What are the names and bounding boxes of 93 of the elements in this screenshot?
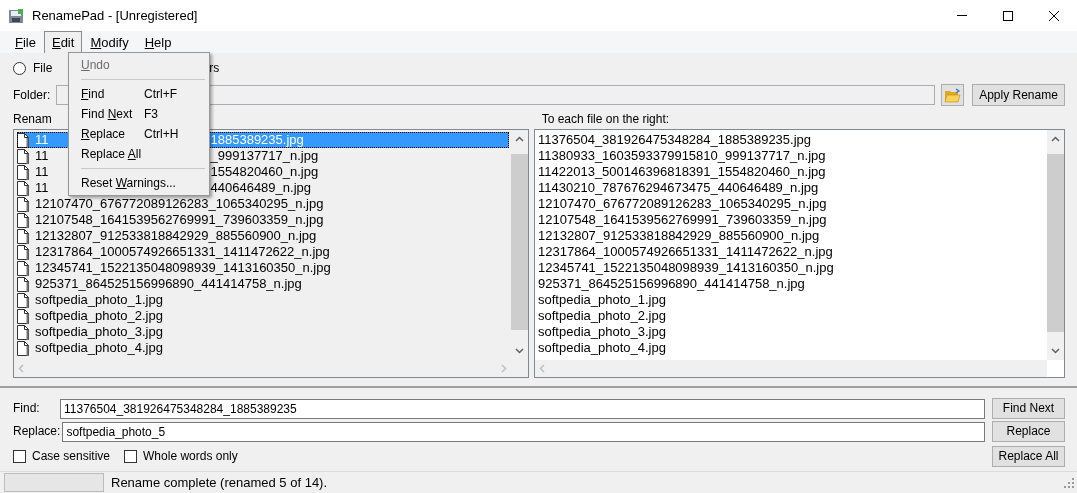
file-name: softpedia_photo_4.jpg — [35, 340, 163, 356]
file-name: softpedia_photo_3.jpg — [538, 324, 667, 340]
file-icon — [17, 164, 29, 180]
file-name: _999137717_n.jpg — [210, 148, 319, 164]
find-field[interactable]: 11376504_381926475348284_1885389235 — [60, 398, 985, 419]
file-name: 12132807_912533818842929_885560900_n.jpg — [538, 228, 821, 244]
file-icon — [17, 292, 29, 308]
radio-label: rs — [209, 60, 220, 76]
list-label: Renam — [13, 111, 52, 126]
maximize-icon — [1003, 10, 1013, 21]
menu-item[interactable]: Help — [136, 31, 180, 53]
file-name: 11380933_1603593379915810_999137717_n.jpg — [538, 148, 827, 164]
chevron-left-icon — [539, 364, 545, 373]
file-name: 11422013_500146396818391_1554820460_n.jpg — [538, 164, 827, 180]
window-title: RenamePad - [Unregistered] — [32, 7, 199, 24]
file-icon — [17, 212, 29, 228]
file-icon — [17, 148, 29, 164]
file-name: 12107548_1641539562769991_739603359_n.jpg — [538, 212, 828, 228]
minimize-icon — [957, 15, 967, 16]
file-icon — [17, 196, 29, 212]
chevron-up-icon — [515, 136, 524, 142]
file-icon — [17, 276, 29, 292]
file-icon — [17, 180, 29, 196]
new-name-list[interactable] — [534, 129, 1065, 378]
file-name: 11 — [35, 132, 49, 148]
menu-item[interactable]: Edit — [43, 31, 83, 53]
file-name: softpedia_photo_2.jpg — [538, 308, 667, 324]
file-name: softpedia_photo_1.jpg — [538, 292, 667, 308]
menu-item[interactable]: Modify — [82, 31, 137, 53]
file-icon — [17, 260, 29, 276]
file-icon — [17, 308, 29, 324]
file-icon — [17, 340, 29, 356]
radio-button[interactable] — [13, 61, 26, 75]
original-file-list[interactable] — [13, 129, 529, 378]
replace-field[interactable]: softpedia_photo_5 — [62, 421, 985, 442]
scrollbar-thumb[interactable] — [511, 154, 528, 330]
browse-button[interactable] — [941, 84, 964, 106]
file-name: 12107470_676772089126283_1065340295_n.jpg — [35, 196, 324, 212]
chevron-left-icon — [18, 364, 24, 373]
file-name: 12317864_1000574926651331_1411472622_n.jpg — [35, 244, 330, 260]
file-name: softpedia_photo_2.jpg — [35, 308, 163, 324]
file-name: 11 — [35, 148, 49, 164]
file-name: 12345741_1522135048098939_1413160350_n.jpg — [538, 260, 835, 276]
file-name: 11430210_787676294673475_440646489_n.jpg — [538, 180, 820, 196]
checkbox-label: Whole words only — [143, 448, 238, 464]
menu-item[interactable]: File — [7, 31, 44, 53]
close-icon — [1049, 10, 1059, 21]
file-name: 12107470_676772089126283_1065340295_n.jpg — [538, 196, 828, 212]
file-icon — [17, 132, 29, 148]
field-label: Find: — [13, 401, 41, 416]
file-name: 12317864_1000574926651331_1411472622_n.jpg — [538, 244, 834, 260]
file-name: 1554820460_n.jpg — [210, 164, 319, 180]
folder-icon — [944, 87, 961, 103]
resize-grip-icon — [1064, 477, 1074, 488]
file-icon — [17, 324, 29, 340]
folder-label: Folder: — [13, 87, 51, 103]
chevron-down-icon — [1051, 348, 1060, 354]
chevron-down-icon — [515, 348, 524, 354]
file-name: 12345741_1522135048098939_1413160350_n.jpg — [35, 260, 331, 276]
scrollbar[interactable] — [535, 360, 1047, 377]
file-name: 925371_864525156996890_441414758_n.jpg — [538, 276, 806, 292]
list-label: To each file on the right: — [541, 111, 670, 126]
menu-item[interactable]: Reset Warnings... — [71, 173, 207, 193]
file-name: 11376504_381926475348284_1885389235.jpg — [538, 132, 813, 148]
file-icon — [17, 244, 29, 260]
file-name: softpedia_photo_4.jpg — [538, 340, 667, 356]
action-button[interactable]: Replace All — [992, 445, 1065, 467]
file-icon — [17, 228, 29, 244]
file-name: 12107548_1641539562769991_739603359_n.jpg — [35, 212, 324, 228]
checkbox-label: Case sensitive — [32, 448, 111, 464]
file-name: 440646489_n.jpg — [210, 180, 311, 196]
chevron-right-icon — [501, 364, 507, 373]
chevron-up-icon — [1051, 136, 1060, 142]
file-name: softpedia_photo_3.jpg — [35, 324, 163, 340]
file-name: softpedia_photo_1.jpg — [35, 292, 163, 308]
menu-item[interactable]: Find Ctrl+F — [71, 84, 207, 104]
app-icon — [8, 7, 24, 24]
status-text: Rename complete (renamed 5 of 14). — [111, 474, 328, 491]
field-label: Replace: — [13, 424, 61, 439]
file-name: 11 — [35, 180, 49, 196]
scrollbar[interactable] — [1047, 130, 1064, 360]
radio-label: File — [33, 60, 53, 76]
menu-item[interactable]: Find Next F3 — [71, 104, 207, 124]
file-name: 12132807_912533818842929_885560900_n.jpg — [35, 228, 317, 244]
apply-rename-button[interactable]: Apply Rename — [972, 84, 1065, 106]
file-name: 925371_864525156996890_441414758_n.jpg — [35, 276, 302, 292]
action-button[interactable]: Replace — [992, 421, 1065, 442]
checkbox[interactable] — [124, 449, 138, 463]
checkbox[interactable] — [13, 449, 26, 463]
action-button[interactable]: Find Next — [992, 398, 1065, 419]
file-name: 1885389235.jpg — [210, 132, 304, 148]
file-name: 11 — [35, 164, 49, 180]
scrollbar-thumb[interactable] — [1047, 154, 1064, 332]
